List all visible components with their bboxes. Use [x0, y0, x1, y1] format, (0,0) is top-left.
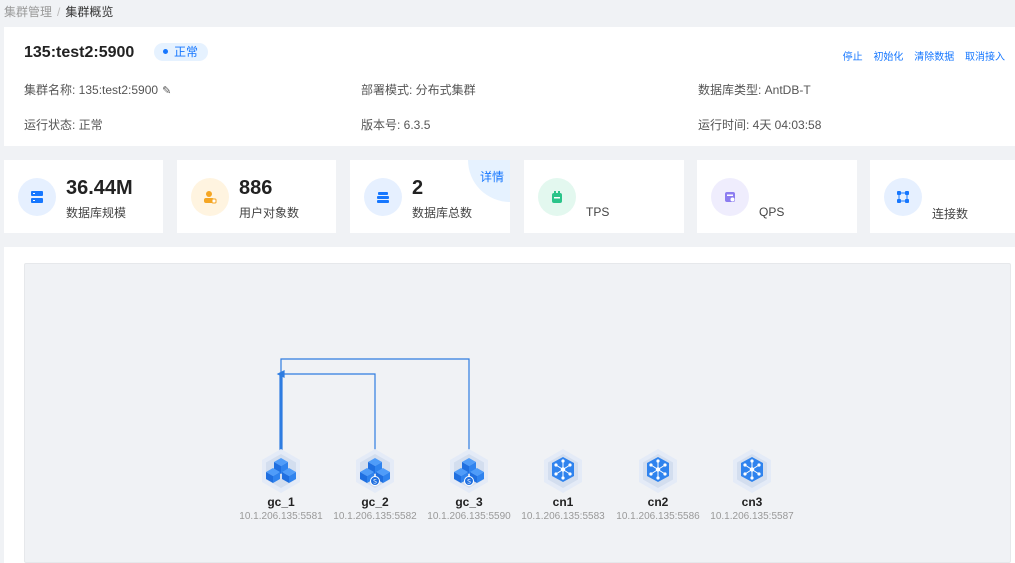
- gtm-node-icon: S: [448, 448, 490, 494]
- svg-text:S: S: [467, 479, 471, 486]
- topology-node-gc-1[interactable]: gc_1 10.1.206.135:5581: [234, 448, 328, 522]
- gtm-node-icon: S: [354, 448, 396, 494]
- coordinator-node-icon: [637, 448, 679, 494]
- node-name: cn3: [741, 495, 763, 509]
- node-address: 10.1.206.135:5590: [427, 511, 511, 522]
- node-name: gc_1: [267, 495, 295, 509]
- svg-text:S: S: [373, 479, 377, 486]
- node-address: 10.1.206.135:5583: [521, 511, 605, 522]
- coordinator-node-icon: [542, 448, 584, 494]
- topology-node-gc-3[interactable]: S gc_3 10.1.206.135:5590: [422, 448, 516, 522]
- node-address: 10.1.206.135:5586: [616, 511, 700, 522]
- topology-node-cn3[interactable]: cn3 10.1.206.135:5587: [705, 448, 799, 522]
- node-name: cn2: [647, 495, 669, 509]
- node-name: gc_3: [455, 495, 483, 509]
- gtm-node-icon: [260, 448, 302, 494]
- node-name: cn1: [552, 495, 574, 509]
- node-address: 10.1.206.135:5582: [333, 511, 417, 522]
- node-address: 10.1.206.135:5581: [239, 511, 323, 522]
- topology-node-gc-2[interactable]: S gc_2 10.1.206.135:5582: [328, 448, 422, 522]
- coordinator-node-icon: [731, 448, 773, 494]
- topology-node-cn1[interactable]: cn1 10.1.206.135:5583: [516, 448, 610, 522]
- topology-node-cn2[interactable]: cn2 10.1.206.135:5586: [611, 448, 705, 522]
- node-name: gc_2: [361, 495, 389, 509]
- node-address: 10.1.206.135:5587: [710, 511, 794, 522]
